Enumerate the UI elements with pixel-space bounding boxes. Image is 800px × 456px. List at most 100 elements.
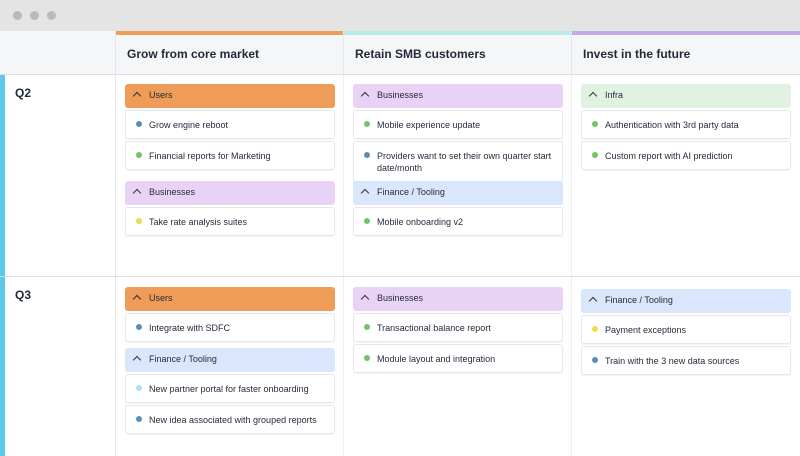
card-title: Grow engine reboot (149, 120, 229, 130)
status-dot-icon (136, 385, 142, 391)
group-businesses: Businesses Transactional balance report … (353, 287, 563, 373)
group-header[interactable]: Infra (581, 84, 791, 108)
row-color-stripe (0, 277, 5, 456)
card-title: New partner portal for faster onboarding (149, 384, 309, 394)
roadmap-card[interactable]: Authentication with 3rd party data (581, 110, 791, 139)
column-header-invest[interactable]: Invest in the future (572, 31, 800, 75)
group-businesses: Businesses Mobile experience update Prov… (353, 84, 563, 182)
status-dot-icon (592, 121, 598, 127)
chevron-up-icon (132, 188, 142, 198)
status-dot-icon (592, 152, 598, 158)
status-dot-icon (136, 218, 142, 224)
status-dot-icon (364, 355, 370, 361)
group-header[interactable]: Businesses (353, 84, 563, 108)
status-dot-icon (136, 121, 142, 127)
roadmap-card[interactable]: Take rate analysis suites (125, 207, 335, 236)
group-label: Businesses (149, 187, 196, 197)
column-header-retain[interactable]: Retain SMB customers (344, 31, 572, 75)
group-label: Users (149, 90, 173, 100)
roadmap-card[interactable]: Custom report with AI prediction (581, 141, 791, 170)
roadmap-card[interactable]: Grow engine reboot (125, 110, 335, 139)
group-label: Finance / Tooling (149, 354, 217, 364)
group-header[interactable]: Businesses (353, 287, 563, 311)
column-color-stripe (116, 31, 343, 35)
roadmap-card[interactable]: Payment exceptions (581, 315, 791, 344)
group-label: Infra (605, 90, 624, 100)
group-finance-tooling: Finance / Tooling Mobile onboarding v2 (353, 181, 563, 236)
column-title: Invest in the future (583, 47, 691, 61)
chevron-up-icon (360, 91, 370, 101)
card-title: Transactional balance report (377, 323, 491, 333)
status-dot-icon (136, 416, 142, 422)
group-finance-tooling: Finance / Tooling Payment exceptions Tra… (581, 289, 791, 375)
card-title: Authentication with 3rd party data (605, 120, 739, 130)
group-users: Users Grow engine reboot Financial repor… (125, 84, 335, 170)
group-label: Businesses (377, 293, 424, 303)
group-label: Businesses (377, 90, 424, 100)
card-title: Financial reports for Marketing (149, 151, 271, 161)
chevron-up-icon (360, 188, 370, 198)
group-header[interactable]: Finance / Tooling (581, 289, 791, 313)
status-dot-icon (136, 324, 142, 330)
status-dot-icon (592, 326, 598, 332)
status-dot-icon (364, 218, 370, 224)
card-title: Take rate analysis suites (149, 217, 248, 227)
chevron-up-icon (132, 355, 142, 365)
group-businesses: Businesses Take rate analysis suites (125, 181, 335, 236)
group-header[interactable]: Businesses (125, 181, 335, 205)
roadmap-card[interactable]: Integrate with SDFC (125, 313, 335, 342)
column-header-grow[interactable]: Grow from core market (116, 31, 344, 75)
chevron-up-icon (588, 296, 598, 306)
group-header[interactable]: Users (125, 84, 335, 108)
roadmap-card[interactable]: Module layout and integration (353, 344, 563, 373)
row-header-q2[interactable]: Q2 (0, 75, 116, 277)
roadmap-card[interactable]: New partner portal for faster onboarding (125, 374, 335, 403)
roadmap-card[interactable]: Financial reports for Marketing (125, 141, 335, 170)
card-title: Providers want to set their own quarter … (377, 151, 552, 173)
row-title: Q3 (15, 288, 32, 302)
roadmap-card[interactable]: Train with the 3 new data sources (581, 346, 791, 375)
column-color-stripe (344, 31, 571, 35)
card-title: New idea associated with grouped reports (149, 415, 317, 425)
window-maximize-dot[interactable] (47, 11, 56, 20)
grid-corner (0, 31, 116, 75)
row-color-stripe (0, 75, 5, 276)
group-label: Finance / Tooling (377, 187, 445, 197)
group-users: Users Integrate with SDFC (125, 287, 335, 342)
roadmap-card[interactable]: New idea associated with grouped reports (125, 405, 335, 434)
card-title: Train with the 3 new data sources (605, 356, 740, 366)
group-label: Finance / Tooling (605, 295, 673, 305)
card-title: Payment exceptions (605, 325, 687, 335)
window-titlebar (0, 0, 800, 31)
group-header[interactable]: Finance / Tooling (125, 348, 335, 372)
group-header[interactable]: Finance / Tooling (353, 181, 563, 205)
roadmap-card[interactable]: Mobile onboarding v2 (353, 207, 563, 236)
group-infra: Infra Authentication with 3rd party data… (581, 84, 791, 170)
status-dot-icon (364, 324, 370, 330)
roadmap-card[interactable]: Providers want to set their own quarter … (353, 141, 563, 182)
status-dot-icon (364, 152, 370, 158)
column-title: Retain SMB customers (355, 47, 486, 61)
row-header-q3[interactable]: Q3 (0, 277, 116, 456)
status-dot-icon (136, 152, 142, 158)
card-title: Mobile onboarding v2 (377, 217, 464, 227)
chevron-up-icon (588, 91, 598, 101)
card-title: Integrate with SDFC (149, 323, 231, 333)
chevron-up-icon (132, 294, 142, 304)
card-title: Custom report with AI prediction (605, 151, 733, 161)
status-dot-icon (592, 357, 598, 363)
row-title: Q2 (15, 86, 32, 100)
group-header[interactable]: Users (125, 287, 335, 311)
roadmap-card[interactable]: Mobile experience update (353, 110, 563, 139)
window-minimize-dot[interactable] (30, 11, 39, 20)
column-title: Grow from core market (127, 47, 260, 61)
chevron-up-icon (132, 91, 142, 101)
column-color-stripe (572, 31, 800, 35)
card-title: Mobile experience update (377, 120, 481, 130)
window-close-dot[interactable] (13, 11, 22, 20)
roadmap-card[interactable]: Transactional balance report (353, 313, 563, 342)
card-title: Module layout and integration (377, 354, 496, 364)
group-finance-tooling: Finance / Tooling New partner portal for… (125, 348, 335, 434)
group-label: Users (149, 293, 173, 303)
status-dot-icon (364, 121, 370, 127)
